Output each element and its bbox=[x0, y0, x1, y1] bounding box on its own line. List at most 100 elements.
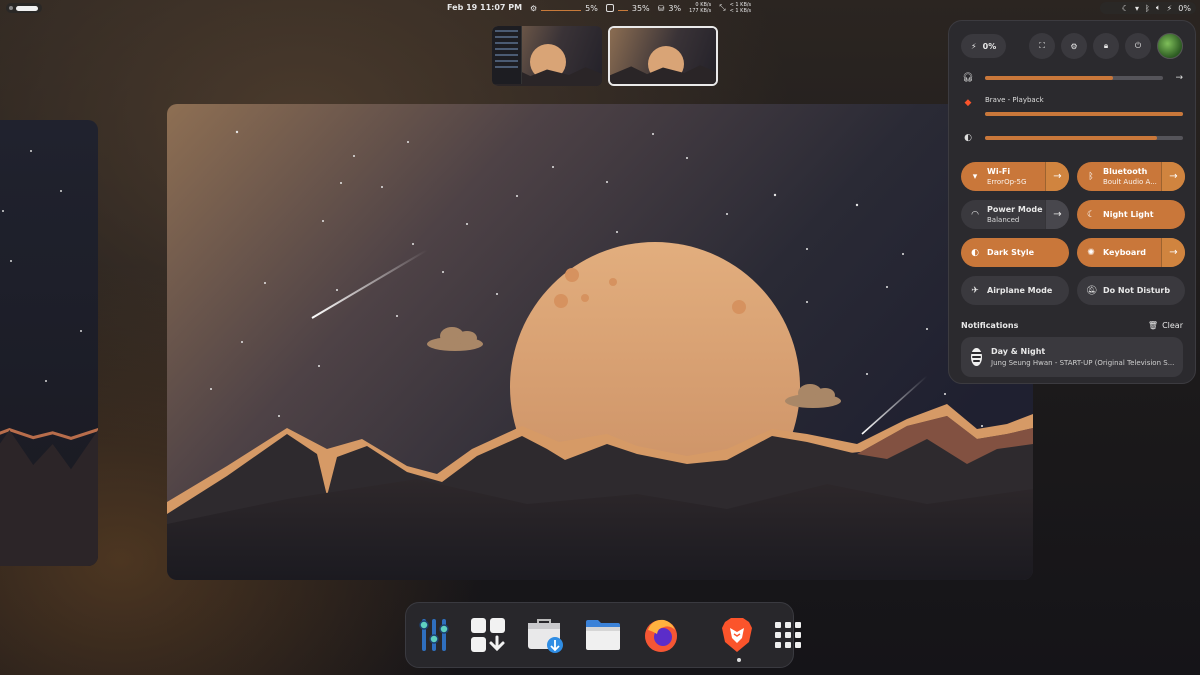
toggle-title: Wi-Fi bbox=[987, 166, 1011, 176]
dock-item-app-grid[interactable] bbox=[774, 615, 802, 655]
volume-icon: 🔈︎ bbox=[1155, 3, 1161, 12]
toggle-title: Keyboard bbox=[1103, 247, 1146, 257]
trash-icon: 🗑︎ bbox=[1147, 320, 1159, 330]
media-volume-row: ◆ Brave - Playback bbox=[961, 96, 1183, 116]
power-mode-menu-arrow-icon[interactable]: → bbox=[1045, 200, 1069, 229]
running-indicator bbox=[737, 658, 741, 662]
dock bbox=[405, 602, 801, 668]
bell-muted-icon: 🔕︎ bbox=[1086, 285, 1098, 296]
system-tray[interactable]: ☾ ▾ ᛒ 🔈︎ ⚡ 0% bbox=[1100, 2, 1196, 14]
memory-graph bbox=[617, 5, 628, 11]
net-down: 177 KB/s bbox=[689, 8, 712, 14]
toggle-bluetooth[interactable]: ᛒ Bluetooth Boult Audio A... → bbox=[1077, 162, 1185, 191]
workspace-thumbnails bbox=[492, 26, 718, 86]
power-mode-gauge-icon: ◠ bbox=[971, 209, 979, 220]
clock[interactable]: Feb 19 11:07 PM bbox=[447, 3, 522, 12]
night-light-icon: ☾ bbox=[1121, 3, 1130, 13]
files-icon bbox=[586, 620, 620, 650]
cpu-graph bbox=[541, 5, 582, 11]
keyboard-menu-arrow-icon[interactable]: → bbox=[1161, 238, 1185, 267]
lock-button[interactable]: 🔒︎ bbox=[1093, 33, 1119, 59]
toggle-night-light[interactable]: ☾ Night Light bbox=[1077, 200, 1185, 229]
workspace-preview-wallpaper[interactable] bbox=[167, 104, 1033, 580]
store-download-icon bbox=[528, 619, 563, 653]
toggle-airplane-mode[interactable]: ✈ Airplane Mode bbox=[961, 276, 1069, 305]
user-avatar[interactable] bbox=[1157, 33, 1183, 59]
toggle-power-mode[interactable]: ◠ Power Mode Balanced → bbox=[961, 200, 1069, 229]
airplane-icon: ✈ bbox=[971, 285, 979, 296]
wifi-icon: ▾ bbox=[972, 171, 978, 182]
memory-value: 35% bbox=[631, 3, 650, 13]
dock-item-software[interactable] bbox=[470, 615, 506, 655]
app-grid-icon bbox=[775, 622, 801, 648]
workspace-thumbnail-2[interactable] bbox=[608, 26, 718, 86]
moon-mountain-wallpaper bbox=[167, 104, 1033, 580]
toggle-title: Do Not Disturb bbox=[1103, 285, 1171, 295]
net2-down: < 1 KB/s bbox=[729, 8, 752, 14]
brightness-icon: ◐ bbox=[964, 133, 972, 143]
brave-icon bbox=[722, 618, 752, 652]
keyboard-brightness-icon: ✺ bbox=[1087, 247, 1095, 258]
tweaks-icon bbox=[419, 619, 449, 651]
network-transfer-icon: ⤡ bbox=[719, 3, 726, 12]
battery-charging-icon: ⚡ bbox=[1166, 3, 1173, 13]
notification-title: Day & Night bbox=[991, 347, 1046, 356]
brightness-slider-fill bbox=[985, 136, 1158, 140]
bluetooth-menu-arrow-icon[interactable]: → bbox=[1161, 162, 1185, 191]
moon-icon: ☾ bbox=[1086, 209, 1096, 220]
system-monitor[interactable]: ⚙ 5% 35% ⛁ 3% 0 KB/s 177 KB/s ⤡ < 1 KB/s… bbox=[530, 2, 751, 14]
bluetooth-icon: ᛒ bbox=[1088, 171, 1094, 182]
toggle-subtitle: Balanced bbox=[987, 215, 1020, 224]
dock-item-brave[interactable] bbox=[720, 615, 754, 662]
battery-label: 0% bbox=[982, 41, 997, 51]
dock-item-tweaks[interactable] bbox=[418, 615, 450, 655]
firefox-icon bbox=[645, 619, 677, 652]
toggle-subtitle: ErrorOp-5G bbox=[987, 177, 1027, 186]
dark-style-icon: ◐ bbox=[971, 247, 979, 258]
clear-label: Clear bbox=[1162, 320, 1183, 330]
clear-notifications-button[interactable]: 🗑︎ Clear bbox=[1148, 321, 1183, 330]
toggle-keyboard[interactable]: ✺ Keyboard → bbox=[1077, 238, 1185, 267]
wifi-menu-arrow-icon[interactable]: → bbox=[1045, 162, 1069, 191]
power-button[interactable]: ⏻ bbox=[1125, 33, 1151, 59]
brave-app-icon: ◆ bbox=[964, 98, 972, 108]
media-stream-label: Brave - Playback bbox=[985, 96, 1044, 104]
adjacent-workspace-preview[interactable] bbox=[0, 120, 98, 566]
cpu-value: 5% bbox=[585, 3, 598, 13]
quick-settings-panel: ⚡ 0% ⛶ ⚙ 🔒︎ ⏻ 🎧︎ → ◆ Brave - Playback ◐ … bbox=[948, 20, 1196, 384]
gear-icon: ⚙ bbox=[1070, 41, 1078, 51]
toggle-title: Bluetooth bbox=[1103, 166, 1148, 176]
activities-button[interactable] bbox=[6, 3, 42, 13]
screenshot-button[interactable]: ⛶ bbox=[1029, 33, 1055, 59]
dock-item-store[interactable] bbox=[526, 615, 564, 655]
active-workspace-pill-icon bbox=[16, 5, 38, 11]
toggle-do-not-disturb[interactable]: 🔕︎ Do Not Disturb bbox=[1077, 276, 1185, 305]
memory-icon bbox=[605, 4, 614, 12]
media-volume-slider[interactable] bbox=[985, 112, 1183, 116]
cpu-icon: ⚙ bbox=[530, 3, 538, 13]
brightness-slider[interactable] bbox=[985, 136, 1183, 140]
toggle-wifi[interactable]: ▾ Wi-Fi ErrorOp-5G → bbox=[961, 162, 1069, 191]
notification-body: Jung Seung Hwan - START-UP (Original Tel… bbox=[991, 359, 1175, 367]
volume-slider[interactable] bbox=[985, 76, 1163, 80]
workspace-dot-icon bbox=[9, 6, 13, 10]
dock-item-files[interactable] bbox=[584, 615, 622, 655]
quick-toggles: ▾ Wi-Fi ErrorOp-5G → ᛒ Bluetooth Boult A… bbox=[961, 162, 1185, 305]
settings-button[interactable]: ⚙ bbox=[1061, 33, 1087, 59]
bluetooth-icon: ᛒ bbox=[1145, 3, 1150, 13]
notification-card[interactable]: Day & Night Jung Seung Hwan - START-UP (… bbox=[961, 337, 1183, 377]
lock-icon: 🔒︎ bbox=[1103, 41, 1109, 50]
notifications-heading: Notifications bbox=[961, 320, 1019, 330]
toggle-dark-style[interactable]: ◐ Dark Style bbox=[961, 238, 1069, 267]
output-device-arrow-icon[interactable]: → bbox=[1173, 73, 1183, 83]
toggle-title: Dark Style bbox=[987, 247, 1035, 257]
volume-slider-fill bbox=[985, 76, 1114, 80]
spotify-icon bbox=[971, 348, 982, 366]
headphones-icon: 🎧︎ bbox=[962, 73, 974, 83]
disk-icon: ⛁ bbox=[657, 3, 665, 13]
battery-button[interactable]: ⚡ 0% bbox=[961, 34, 1007, 58]
dock-item-firefox[interactable] bbox=[642, 615, 680, 655]
workspace-thumbnail-1[interactable] bbox=[492, 26, 602, 86]
brightness-slider-row: ◐ bbox=[961, 128, 1183, 148]
volume-slider-row: 🎧︎ → bbox=[961, 68, 1183, 88]
